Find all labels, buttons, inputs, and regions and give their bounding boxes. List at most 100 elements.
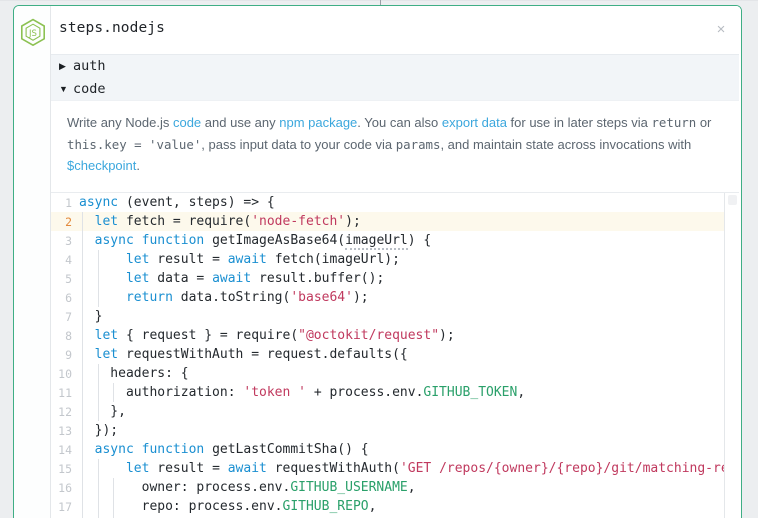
indent-guide	[97, 364, 99, 383]
description-span: . You can also	[357, 115, 442, 130]
line-number: 14	[58, 442, 72, 457]
scrollbar-thumb[interactable]	[728, 195, 737, 205]
code-line[interactable]: 13 });	[51, 421, 724, 440]
code-token: ,	[407, 480, 416, 495]
code-line[interactable]: 7 }	[51, 307, 724, 326]
code-line[interactable]: 5 let data = await result.buffer();	[51, 269, 724, 288]
line-number: 5	[65, 271, 72, 286]
indent-guide	[82, 250, 83, 269]
code-line[interactable]: 9 let requestWithAuth = request.defaults…	[51, 345, 724, 364]
chevron-right-icon: ▶	[59, 61, 66, 71]
indent-guide	[82, 459, 83, 478]
code-token: return	[125, 290, 173, 305]
code-line[interactable]: 6 return data.toString('base64');	[51, 288, 724, 307]
accordion-item-code[interactable]: ▼ code	[51, 77, 741, 100]
description-link[interactable]: export data	[442, 115, 507, 130]
code-text: owner: process.env.GITHUB_USERNAME,	[79, 478, 724, 497]
code-token: fetch = require(	[118, 214, 252, 229]
code-token: requestWithAuth = request.defaults({	[118, 347, 408, 362]
code-token: { request } = require(	[118, 328, 299, 343]
code-line[interactable]: 16 owner: process.env.GITHUB_USERNAME,	[51, 478, 724, 497]
code-token: async	[94, 442, 134, 457]
code-line[interactable]: 12 },	[51, 402, 724, 421]
code-line[interactable]: 15 let result = await requestWithAuth('G…	[51, 459, 724, 478]
code-lines: 1 async (event, steps) => {2 let fetch = …	[51, 193, 724, 518]
description-link[interactable]: params	[396, 137, 441, 152]
code-token: let	[125, 252, 150, 267]
indent-guide	[97, 250, 99, 269]
line-number: 4	[65, 252, 72, 267]
code-token: 'GET /repos/{owner}/{repo}/git/matching-…	[399, 461, 724, 476]
card-header: steps.nodejs ×	[51, 6, 741, 54]
line-number: 15	[58, 461, 72, 476]
step-rail: JS	[14, 6, 51, 518]
description-link[interactable]: npm package	[279, 115, 357, 130]
description-span: or	[696, 115, 712, 130]
description-span: , pass input data to your code via	[201, 136, 396, 152]
code-token: result =	[149, 461, 228, 476]
indent-guide	[97, 497, 99, 516]
line-number: 10	[58, 366, 72, 381]
indent-guide	[82, 269, 83, 288]
description-span: , and maintain state across invocations …	[440, 136, 692, 152]
line-number: 1	[65, 195, 72, 210]
line-number: 2	[65, 214, 72, 229]
code-token: let	[94, 328, 119, 343]
page-title: steps.nodejs	[59, 20, 165, 36]
line-number: 13	[58, 423, 72, 438]
code-token: GITHUB_TOKEN	[423, 385, 518, 400]
code-text: async (event, steps) => {	[79, 193, 724, 212]
indent-guide	[97, 402, 99, 421]
line-number: 16	[58, 480, 72, 495]
code-text: });	[79, 421, 724, 440]
code-text: async function getImageAsBase64(imageUrl…	[79, 231, 724, 250]
code-line[interactable]: 11 authorization: 'token ' + process.env…	[51, 383, 724, 402]
description-text: Write any Node.js code and use any npm p…	[51, 100, 741, 188]
indent-guide	[82, 345, 83, 364]
code-text: let requestWithAuth = request.defaults({	[79, 345, 724, 364]
code-line[interactable]: 2 let fetch = require('node-fetch');	[51, 212, 724, 231]
code-line[interactable]: 4 let result = await fetch(imageUrl);	[51, 250, 724, 269]
code-line[interactable]: 17 repo: process.env.GITHUB_REPO,	[51, 497, 724, 516]
description-link[interactable]: code	[173, 115, 201, 130]
indent-guide	[97, 459, 99, 478]
indent-guide	[82, 231, 83, 250]
accordion: ▶ auth ▼ code	[51, 54, 741, 100]
indent-guide	[113, 478, 115, 497]
code-line[interactable]: 10 headers: {	[51, 364, 724, 383]
description-span: for use in later steps via	[506, 115, 652, 130]
code-editor[interactable]: 1 async (event, steps) => {2 let fetch = …	[51, 192, 741, 518]
line-number: 8	[65, 328, 72, 343]
code-text: authorization: 'token ' + process.env.GI…	[79, 383, 724, 402]
indent-guide	[113, 497, 115, 516]
code-text: headers: {	[79, 364, 724, 383]
description-code: return	[651, 115, 697, 130]
indent-guide	[82, 326, 83, 345]
line-number: 9	[65, 347, 72, 362]
line-number: 3	[65, 233, 72, 248]
accordion-item-auth[interactable]: ▶ auth	[51, 55, 741, 77]
code-viewport: 1 async (event, steps) => {2 let fetch = …	[51, 193, 724, 518]
code-text: let data = await result.buffer();	[79, 269, 724, 288]
code-token: let	[94, 347, 119, 362]
code-token: repo: process.env.	[79, 499, 283, 514]
code-line[interactable]: 1 async (event, steps) => {	[51, 193, 724, 212]
code-token: data.toString(	[172, 290, 291, 305]
description-span: .	[136, 158, 141, 173]
code-token: getLastCommitSha() {	[204, 442, 369, 457]
description-link[interactable]: $checkpoint	[67, 158, 136, 173]
code-token: authorization:	[79, 385, 244, 400]
code-text: let fetch = require('node-fetch');	[79, 212, 724, 231]
close-icon[interactable]: ×	[711, 20, 731, 40]
code-token: function	[141, 233, 205, 248]
indent-guide	[82, 383, 83, 402]
code-line[interactable]: 3 async function getImageAsBase64(imageU…	[51, 231, 724, 250]
code-token: ) {	[407, 233, 432, 248]
code-token: ,	[368, 499, 377, 514]
indent-guide	[82, 288, 83, 307]
code-token: async	[79, 195, 119, 210]
code-token: 'token '	[243, 385, 306, 400]
code-line[interactable]: 14 async function getLastCommitSha() {	[51, 440, 724, 459]
code-line[interactable]: 8 let { request } = require("@octokit/re…	[51, 326, 724, 345]
